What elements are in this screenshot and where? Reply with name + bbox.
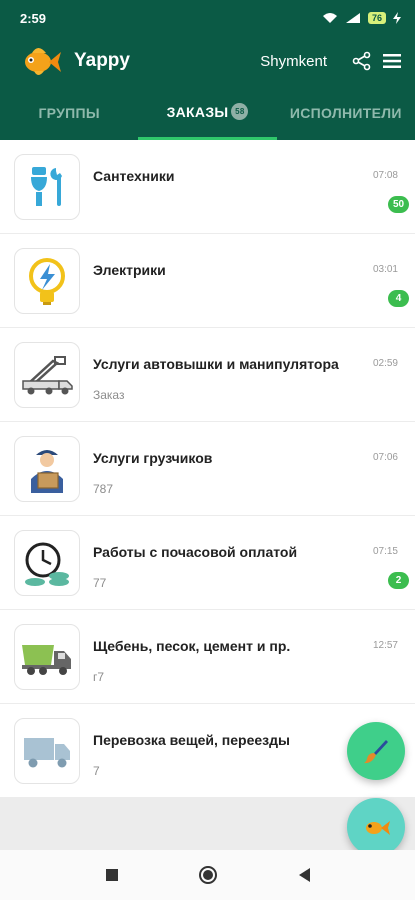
item-title: Услуги автовышки и манипулятора: [93, 356, 339, 372]
home-icon[interactable]: [196, 863, 220, 887]
create-order-button[interactable]: [347, 722, 405, 780]
item-title: Услуги грузчиков: [93, 450, 213, 466]
list-item[interactable]: Щебень, песок, цемент и пр. г7 12:57: [0, 610, 415, 703]
item-subtitle: г7: [93, 670, 105, 684]
app-title: Yappy: [74, 50, 130, 71]
paintbrush-icon: [364, 740, 388, 764]
mover-icon: [31, 450, 63, 493]
status-time: 2:59: [20, 10, 47, 26]
battery-indicator: 76: [367, 12, 386, 24]
goldfish-logo-icon: [25, 48, 61, 75]
item-title: Перевозка вещей, переезды: [93, 732, 290, 748]
list-item[interactable]: Работы с почасовой оплатой 77 07:15 2: [0, 516, 415, 609]
list-item[interactable]: Сантехники 07:08 50: [0, 140, 415, 233]
plumbing-icon: [31, 167, 62, 206]
item-title: Работы с почасовой оплатой: [93, 544, 298, 560]
back-icon[interactable]: [292, 863, 316, 887]
recent-apps-icon[interactable]: [100, 863, 124, 887]
tab-bar: ГРУППЫ ЗАКАЗЫ 58 ИСПОЛНИТЕЛИ: [0, 86, 415, 140]
item-time: 07:08: [372, 170, 398, 181]
item-title: Сантехники: [93, 168, 175, 184]
tab-groups[interactable]: ГРУППЫ: [0, 86, 138, 140]
unread-count-badge: 4: [388, 290, 409, 307]
status-bar: 2:59 76: [0, 0, 415, 36]
list-item[interactable]: Услуги грузчиков 787 07:06: [0, 422, 415, 515]
clock-money-icon: [25, 542, 69, 586]
city-selector[interactable]: Shymkent: [260, 53, 327, 70]
tab-performers[interactable]: ИСПОЛНИТЕЛИ: [277, 86, 415, 140]
unread-count-badge: 50: [388, 196, 409, 213]
item-title: Электрики: [93, 262, 166, 278]
item-time: 12:57: [372, 640, 398, 651]
dump-truck-icon: [22, 645, 71, 675]
item-subtitle: 7: [93, 764, 100, 778]
share-icon[interactable]: [349, 48, 375, 74]
item-time: 07:15: [372, 546, 398, 557]
tab-orders[interactable]: ЗАКАЗЫ 58: [138, 86, 277, 140]
item-time: 02:59: [372, 358, 398, 369]
item-subtitle: 77: [93, 576, 107, 590]
category-list: Сантехники 07:08 50 Электрики 03:01 4 Ус…: [0, 140, 415, 797]
crane-truck-icon: [22, 356, 73, 395]
list-item[interactable]: Услуги автовышки и манипулятора Заказ 02…: [0, 328, 415, 421]
item-title: Щебень, песок, цемент и пр.: [93, 638, 291, 654]
unread-count-badge: 2: [388, 572, 409, 589]
item-subtitle: 787: [93, 482, 114, 496]
charging-icon: [393, 12, 401, 24]
list-item[interactable]: Электрики 03:01 4: [0, 234, 415, 327]
item-subtitle: Заказ: [93, 388, 125, 402]
delivery-truck-icon: [24, 738, 70, 768]
signal-icon: [345, 13, 360, 23]
orders-count-badge: 58: [231, 103, 249, 120]
wifi-icon: [322, 13, 337, 23]
goldfish-icon: [366, 821, 390, 835]
yappy-assistant-button[interactable]: [347, 798, 405, 856]
app-bar: Yappy Shymkent: [0, 36, 415, 86]
item-time: 07:06: [372, 452, 398, 463]
menu-icon[interactable]: [379, 48, 405, 74]
item-time: 03:01: [372, 264, 398, 275]
lightbulb-icon: [29, 258, 65, 305]
system-navigation-bar: [0, 850, 415, 900]
